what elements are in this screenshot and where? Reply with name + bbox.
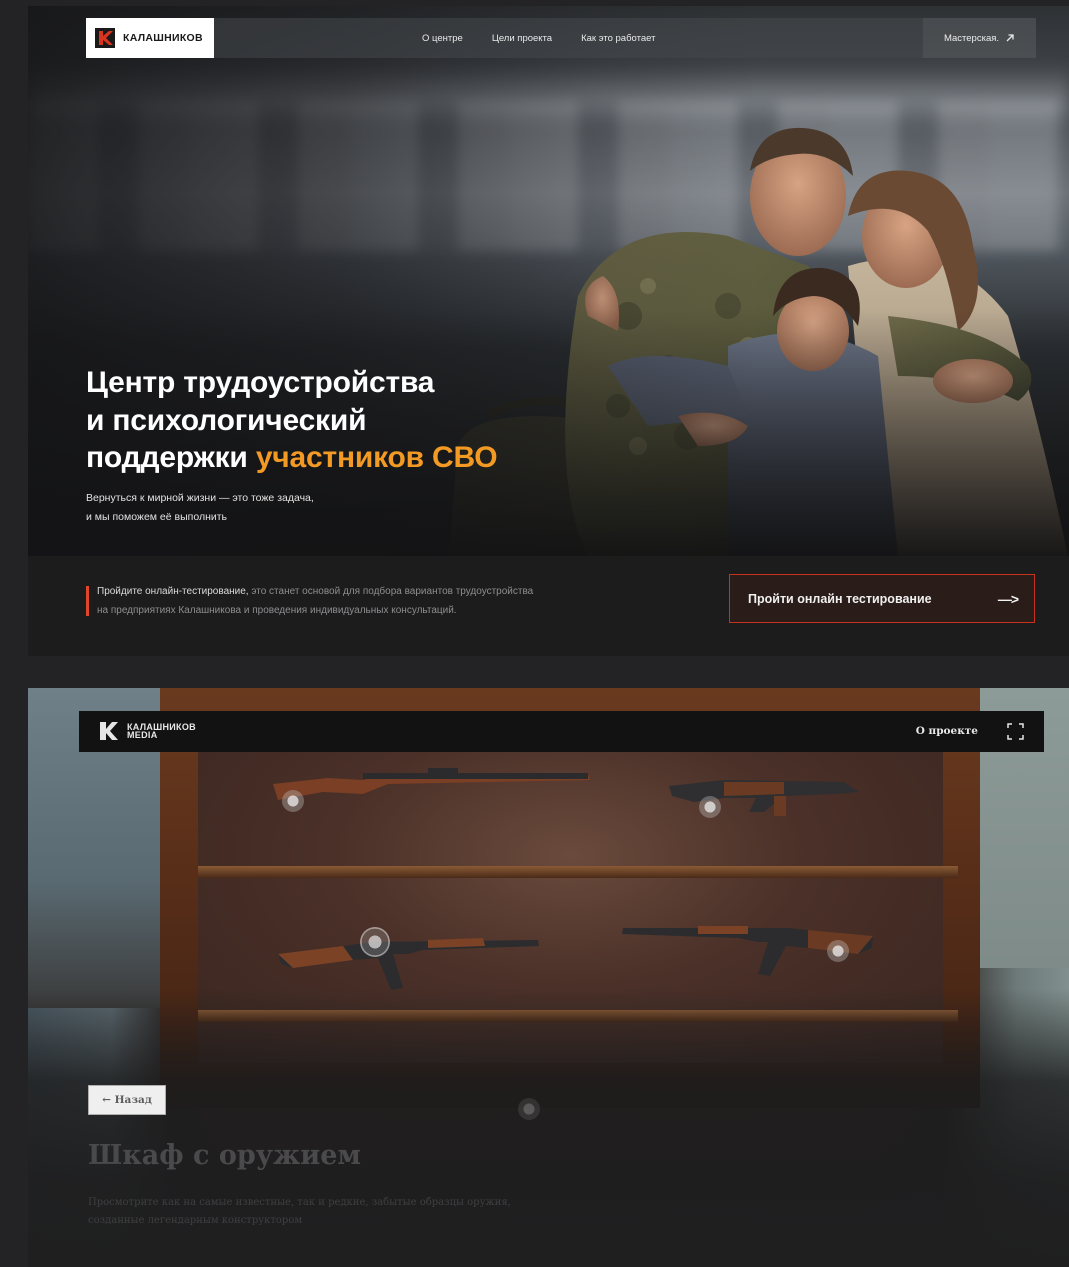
back-button[interactable]: ← Назад <box>88 1085 166 1115</box>
nav-link-about[interactable]: О центре <box>422 33 463 44</box>
start-testing-button[interactable]: Пройти онлайн тестирование —> <box>729 574 1035 623</box>
hero-title-line1: Центр трудоустройства <box>86 366 435 399</box>
kalashnikov-logo[interactable]: КАЛАШНИКОВ <box>86 18 214 58</box>
kalashnikov-k-logo-icon <box>95 28 115 48</box>
media-header: КАЛАШНИКОВ MEDIA О проекте <box>79 711 1044 752</box>
museum-bottom-fade <box>28 688 1069 1267</box>
arrow-right-icon: —> <box>997 590 1019 607</box>
hero-subtitle-line1: Вернуться к мирной жизни — это тоже зада… <box>86 492 314 504</box>
top-navigation: КАЛАШНИКОВ О центре Цели проекта Как это… <box>86 18 1036 58</box>
hotspot-lower-shelf[interactable] <box>518 1098 540 1120</box>
nav-links: О центре Цели проекта Как это работает <box>422 18 655 58</box>
cta-description: Пройдите онлайн-тестирование, это станет… <box>97 583 637 620</box>
museum-description-line2: созданные легендарным конструктором <box>88 1215 303 1226</box>
hero-title-line2: и психологический <box>86 403 367 437</box>
hero-title-accent: участников СВО <box>255 441 498 474</box>
arrow-up-right-icon <box>1006 34 1014 42</box>
media-logo-line2: MEDIA <box>127 730 158 740</box>
museum-title: Шкаф с оружием <box>88 1140 361 1171</box>
kalashnikov-k-logo-icon <box>100 722 118 740</box>
cta-accent-line <box>86 586 89 616</box>
hero-subtitle-line2: и мы поможем её выполнить <box>86 511 228 523</box>
hero-subtitle: Вернуться к мирной жизни — это тоже зада… <box>86 489 386 527</box>
start-testing-label: Пройти онлайн тестирование <box>748 591 932 606</box>
cta-description-strong: Пройдите онлайн-тестирование, <box>97 586 249 597</box>
logo-text: КАЛАШНИКОВ <box>123 32 203 44</box>
testing-cta-bar: Пройдите онлайн-тестирование, это станет… <box>28 556 1069 656</box>
cta-description-line2: на предприятиях Калашникова и проведения… <box>97 604 457 616</box>
cta-description-rest: это станет основой для подбора вариантов… <box>248 586 534 597</box>
workshop-link[interactable]: Мастерская. <box>923 18 1036 58</box>
museum-description: Просмотрите как на самые известные, так … <box>88 1194 558 1230</box>
media-logo-text: КАЛАШНИКОВ MEDIA <box>127 722 196 740</box>
nav-link-goals[interactable]: Цели проекта <box>492 33 552 44</box>
workshop-link-label: Мастерская. <box>943 32 1000 44</box>
hero-section: КАЛАШНИКОВ О центре Цели проекта Как это… <box>28 6 1069 656</box>
about-project-link[interactable]: О проекте <box>916 725 978 737</box>
kalashnikov-media-logo[interactable]: КАЛАШНИКОВ MEDIA <box>99 721 196 741</box>
hero-title-line3: поддержки <box>86 441 256 474</box>
nav-link-how-it-works[interactable]: Как это работает <box>581 33 655 44</box>
museum-section: КАЛАШНИКОВ MEDIA О проекте ← Назад Шкаф … <box>28 688 1069 1267</box>
hero-title: Центр трудоустройства и психологический … <box>86 364 606 477</box>
museum-description-line1: Просмотрите как на самые известные, так … <box>88 1197 511 1208</box>
fullscreen-icon[interactable] <box>1007 723 1024 740</box>
